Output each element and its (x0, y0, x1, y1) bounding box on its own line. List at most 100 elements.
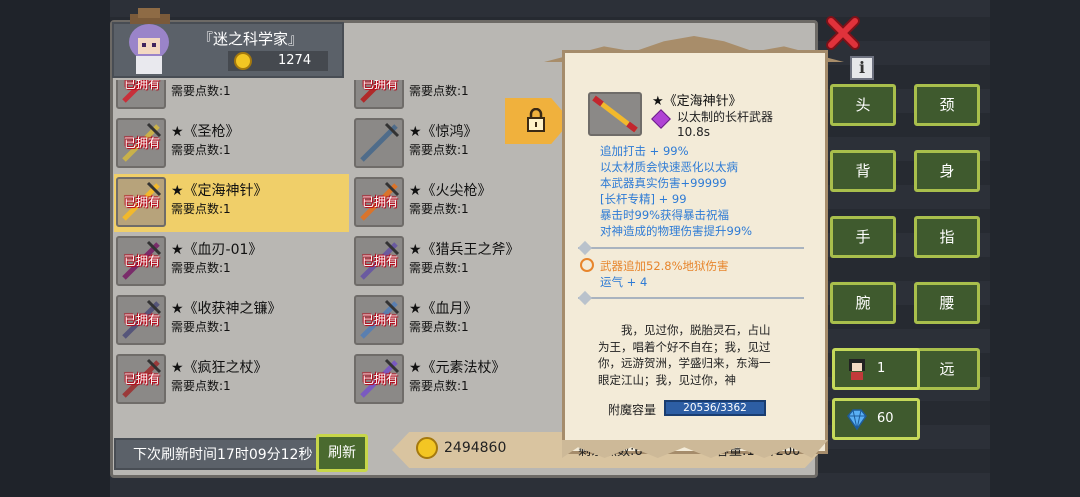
weapon-name: ★《定海神针》 (171, 183, 268, 199)
detail-weapon-type: 以太制的长杆武器 (677, 110, 774, 124)
divider (578, 297, 804, 299)
stat-line: 暴击时99%获得暴击祝福 (600, 208, 730, 222)
weapon-cost: 需要点数:1 (409, 202, 469, 216)
weapon-name: ★《疯狂之杖》 (171, 360, 268, 376)
diamond-count-button[interactable]: 60 (832, 398, 920, 440)
stat-line: 对神造成的物理伤害提升99% (600, 224, 753, 238)
slot-hand-button[interactable]: 手 (830, 216, 896, 258)
slot-finger-button[interactable]: 指 (914, 216, 980, 258)
weapon-item[interactable]: 已拥有 ★《血刃-01》 需要点数:1 (114, 233, 349, 291)
weapon-icon-frame: 已拥有 (116, 236, 166, 286)
background-left (0, 0, 110, 497)
owned-badge: 已拥有 (124, 372, 161, 386)
weapon-cost: 需要点数:1 (409, 261, 469, 275)
character-icon (849, 359, 865, 380)
detail-weapon-speed: 10.8s (677, 125, 710, 139)
weapon-list[interactable]: 已拥有★《狂炎》需要点数:1已拥有★《王国护卫者》需要点数:1已拥有★《圣枪》需… (114, 80, 564, 430)
weapon-name: ★《惊鸿》 (409, 124, 478, 140)
weapon-icon-frame: 已拥有 (116, 118, 166, 168)
gold-amount: 2494860 (444, 440, 507, 456)
weapon-cost: 需要点数:1 (409, 84, 469, 98)
detail-stats: 追加打击 + 99% 以太材质会快速恶化以太病 本武器真实伤害+99999 [长… (600, 143, 752, 239)
detail-weapon-icon (588, 92, 642, 136)
owned-badge: 已拥有 (124, 313, 161, 327)
diamond-icon (847, 409, 867, 431)
weapon-item[interactable]: 已拥有 ★《收获神之镰》 需要点数:1 (114, 292, 349, 350)
stat-line: 追加打击 + 99% (600, 144, 689, 158)
weapon-cost: 需要点数:1 (171, 261, 231, 275)
weapon-cost: 需要点数:1 (409, 320, 469, 334)
owned-badge: 已拥有 (362, 80, 399, 91)
weapon-item[interactable]: 已拥有 ★《元素法杖》 需要点数:1 (352, 351, 564, 409)
owned-badge: 已拥有 (124, 80, 161, 91)
weapon-icon-frame (354, 118, 404, 168)
golden-staff-icon (592, 95, 638, 133)
player-avatar (129, 8, 170, 74)
weapon-cost: 需要点数:1 (171, 320, 231, 334)
player-name: 『迷之科学家』 (198, 30, 304, 48)
hellfire-icon (580, 258, 594, 272)
player-coins: 1274 (278, 53, 312, 68)
weapon-item[interactable]: 已拥有 ★《火尖枪》 需要点数:1 (352, 174, 564, 232)
slot-ranged-button[interactable]: 远 (914, 348, 980, 390)
character-count: 1 (877, 361, 886, 376)
slot-wrist-button[interactable]: 腕 (830, 282, 896, 324)
weapon-name: ★《火尖枪》 (409, 183, 492, 199)
slot-waist-button[interactable]: 腰 (914, 282, 980, 324)
weapon-name: ★《血月》 (409, 301, 478, 317)
close-icon[interactable] (826, 16, 860, 50)
bonus-damage: 武器追加52.8%地狱伤害 (600, 259, 729, 273)
diamond-count: 60 (877, 411, 894, 426)
slot-body-button[interactable]: 身 (914, 150, 980, 192)
coin-icon (234, 52, 252, 70)
weapon-icon-frame: 已拥有 (354, 295, 404, 345)
weapon-item[interactable]: 已拥有 ★《血月》需要点数:1 (352, 292, 564, 350)
enchant-capacity-label: 附魔容量 (608, 403, 657, 417)
weapon-icon-frame: 已拥有 (354, 354, 404, 404)
weapon-icon-frame: 已拥有 (116, 177, 166, 227)
weapon-cost: 需要点数:1 (409, 379, 469, 393)
enchant-capacity-bar: 20536/3362 (664, 400, 766, 416)
owned-badge: 已拥有 (362, 372, 399, 386)
refresh-button[interactable]: 刷新 (316, 434, 368, 472)
divider (578, 247, 804, 249)
weapon-icon-frame: 已拥有 (116, 80, 166, 109)
weapon-cost: 需要点数:1 (409, 143, 469, 157)
owned-badge: 已拥有 (362, 254, 399, 268)
owned-badge: 已拥有 (362, 313, 399, 327)
weapon-item[interactable]: 已拥有 ★《猎兵王之斧》 需要点数:1 (352, 233, 564, 291)
character-count-button[interactable]: 1 (832, 348, 920, 390)
weapon-icon-frame: 已拥有 (354, 177, 404, 227)
weapon-icon-frame: 已拥有 (116, 295, 166, 345)
weapon-cost: 需要点数:1 (171, 379, 231, 393)
owned-badge: 已拥有 (362, 195, 399, 209)
owned-badge: 已拥有 (124, 136, 161, 150)
weapon-cost: 需要点数:1 (171, 202, 231, 216)
info-button[interactable]: i (850, 56, 874, 80)
weapon-name: ★《元素法杖》 (409, 360, 506, 376)
weapon-name: ★《血刃-01》 (171, 242, 263, 258)
weapon-item[interactable]: 已拥有 ★《圣枪》 需要点数:1 (114, 115, 349, 173)
weapon-name: ★《猎兵王之斧》 (409, 242, 520, 258)
stat-line: [长杆专精] + 99 (600, 192, 687, 206)
spear-icon (360, 122, 400, 162)
weapon-icon-frame: 已拥有 (116, 354, 166, 404)
luck-stat: 运气 + 4 (600, 275, 648, 289)
refresh-timer: 下次刷新时间17时09分12秒 (133, 447, 313, 463)
background-right (990, 0, 1080, 497)
slot-back-button[interactable]: 背 (830, 150, 896, 192)
gold-coin-icon (416, 437, 438, 459)
weapon-cost: 需要点数:1 (171, 143, 231, 157)
owned-badge: 已拥有 (124, 195, 161, 209)
lock-icon (527, 108, 545, 132)
slot-head-button[interactable]: 头 (830, 84, 896, 126)
weapon-item[interactable]: 已拥有★《狂炎》需要点数:1 (114, 80, 349, 114)
stat-line: 本武器真实伤害+99999 (600, 176, 727, 190)
weapon-icon-frame: 已拥有 (354, 236, 404, 286)
slot-neck-button[interactable]: 颈 (914, 84, 980, 126)
owned-badge: 已拥有 (124, 254, 161, 268)
weapon-description: 我，见过你，脱胎灵石，占山为王，唱着个好不自在；我，见过你，远游贺洲，学盛归来，… (598, 323, 771, 387)
stat-line: 以太材质会快速恶化以太病 (600, 160, 738, 174)
weapon-item[interactable]: 已拥有 ★《疯狂之杖》 需要点数:1 (114, 351, 349, 409)
weapon-item[interactable]: 已拥有 ★《定海神针》 需要点数:1 (114, 174, 349, 232)
